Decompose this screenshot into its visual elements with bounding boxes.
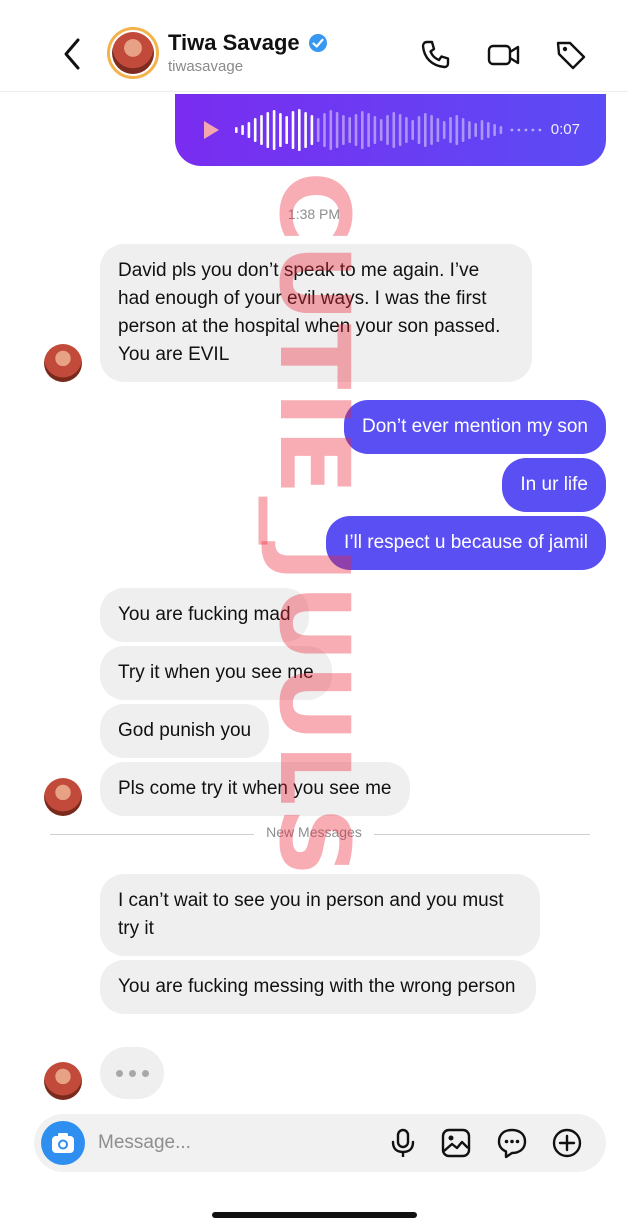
contact-avatar-small[interactable] — [44, 344, 82, 382]
waveform-dot — [510, 128, 514, 132]
waveform-bar — [310, 115, 314, 145]
contact-username: tiwasavage — [168, 58, 244, 75]
message-bubble-incoming[interactable]: David pls you don’t speak to me again. I… — [100, 244, 532, 382]
camera-icon — [52, 1133, 74, 1153]
waveform-bar — [493, 124, 496, 136]
waveform-bar — [235, 127, 238, 133]
message-bubble-incoming[interactable]: God punish you — [100, 704, 270, 758]
waveform-bar — [329, 110, 333, 150]
waveform-bar — [241, 125, 244, 135]
message-input[interactable] — [98, 1128, 368, 1158]
back-icon[interactable] — [58, 34, 86, 74]
waveform-bar — [279, 113, 282, 147]
waveform-bar — [342, 115, 345, 145]
play-icon[interactable] — [202, 120, 220, 140]
message-bubble-incoming[interactable]: Pls come try it when you see me — [100, 762, 410, 816]
message-bubble-incoming[interactable]: Try it when you see me — [100, 646, 332, 700]
waveform-bar — [266, 112, 270, 148]
waveform-bar — [291, 111, 295, 149]
phone-icon[interactable] — [418, 38, 452, 72]
waveform-bar — [386, 115, 389, 145]
waveform-bar — [499, 126, 503, 134]
message-bubble-incoming[interactable]: You are fucking messing with the wrong p… — [100, 960, 536, 1014]
voice-message[interactable]: 0:07 — [175, 94, 606, 166]
waveform-dot — [517, 128, 521, 132]
waveform-bar — [417, 116, 421, 144]
waveform-bar — [487, 122, 490, 138]
waveform-bar — [474, 123, 477, 137]
waveform-bar — [436, 118, 440, 142]
waveform-bar — [430, 115, 433, 145]
verified-icon — [309, 34, 328, 52]
sticker-icon[interactable] — [496, 1127, 528, 1159]
waveform-bar — [304, 112, 307, 148]
message-bubble-incoming[interactable]: I can’t wait to see you in person and yo… — [100, 874, 540, 956]
waveform-bar — [335, 112, 339, 148]
waveform-bar — [411, 120, 414, 140]
waveform-dot — [524, 128, 528, 132]
contact-name: Tiwa Savage — [168, 30, 300, 55]
waveform-bar — [298, 109, 301, 151]
message-bubble-outgoing[interactable]: Don’t ever mention my son — [344, 400, 606, 454]
waveform-bar — [272, 110, 276, 150]
typing-indicator — [100, 1047, 164, 1099]
contact-title[interactable]: Tiwa Savage tiwasavage — [168, 30, 328, 75]
new-messages-label: New Messages — [254, 824, 374, 840]
waveform-bar — [405, 117, 408, 143]
message-thread: 0:07 1:38 PM David pls you don’t speak t… — [0, 92, 628, 1107]
waveform-bar — [361, 111, 364, 149]
waveform-bar — [348, 117, 351, 143]
contact-avatar-small[interactable] — [44, 1062, 82, 1100]
waveform-bar — [461, 118, 465, 142]
microphone-icon[interactable] — [387, 1127, 419, 1159]
waveform-bar — [373, 116, 377, 144]
message-bubble-incoming[interactable]: You are fucking mad — [100, 588, 309, 642]
waveform-dot — [538, 128, 542, 132]
waveform-bar — [247, 122, 251, 138]
waveform-bar — [323, 113, 326, 147]
waveform-bar — [367, 113, 370, 147]
chat-header: Tiwa Savage tiwasavage — [0, 0, 628, 92]
voice-duration: 0:07 — [550, 121, 580, 138]
waveform-bar — [424, 113, 427, 147]
waveform-dot — [531, 128, 535, 132]
message-bubble-outgoing[interactable]: I’ll respect u because of jamil — [326, 516, 606, 570]
camera-button[interactable] — [41, 1121, 85, 1165]
contact-avatar[interactable] — [107, 27, 159, 79]
message-composer — [34, 1114, 606, 1172]
waveform-bar — [285, 116, 288, 144]
waveform-bar — [253, 118, 257, 142]
tag-icon[interactable] — [554, 38, 588, 72]
waveform-bar — [398, 114, 402, 146]
waveform-bar — [468, 121, 471, 139]
message-timestamp: 1:38 PM — [287, 206, 341, 222]
waveform-bar — [392, 112, 396, 148]
waveform-bar — [260, 115, 263, 145]
waveform-bar — [379, 119, 383, 141]
waveform-bar — [449, 117, 452, 143]
message-bubble-outgoing[interactable]: In ur life — [502, 458, 606, 512]
home-indicator — [212, 1212, 417, 1218]
waveform-bar — [480, 120, 484, 140]
waveform-bar — [455, 115, 459, 145]
add-icon[interactable] — [551, 1127, 583, 1159]
gallery-icon[interactable] — [440, 1127, 472, 1159]
waveform-bar — [316, 118, 320, 142]
waveform-bar — [354, 114, 358, 146]
video-icon[interactable] — [487, 38, 521, 72]
contact-avatar-small[interactable] — [44, 778, 82, 816]
waveform-bar — [442, 121, 446, 139]
